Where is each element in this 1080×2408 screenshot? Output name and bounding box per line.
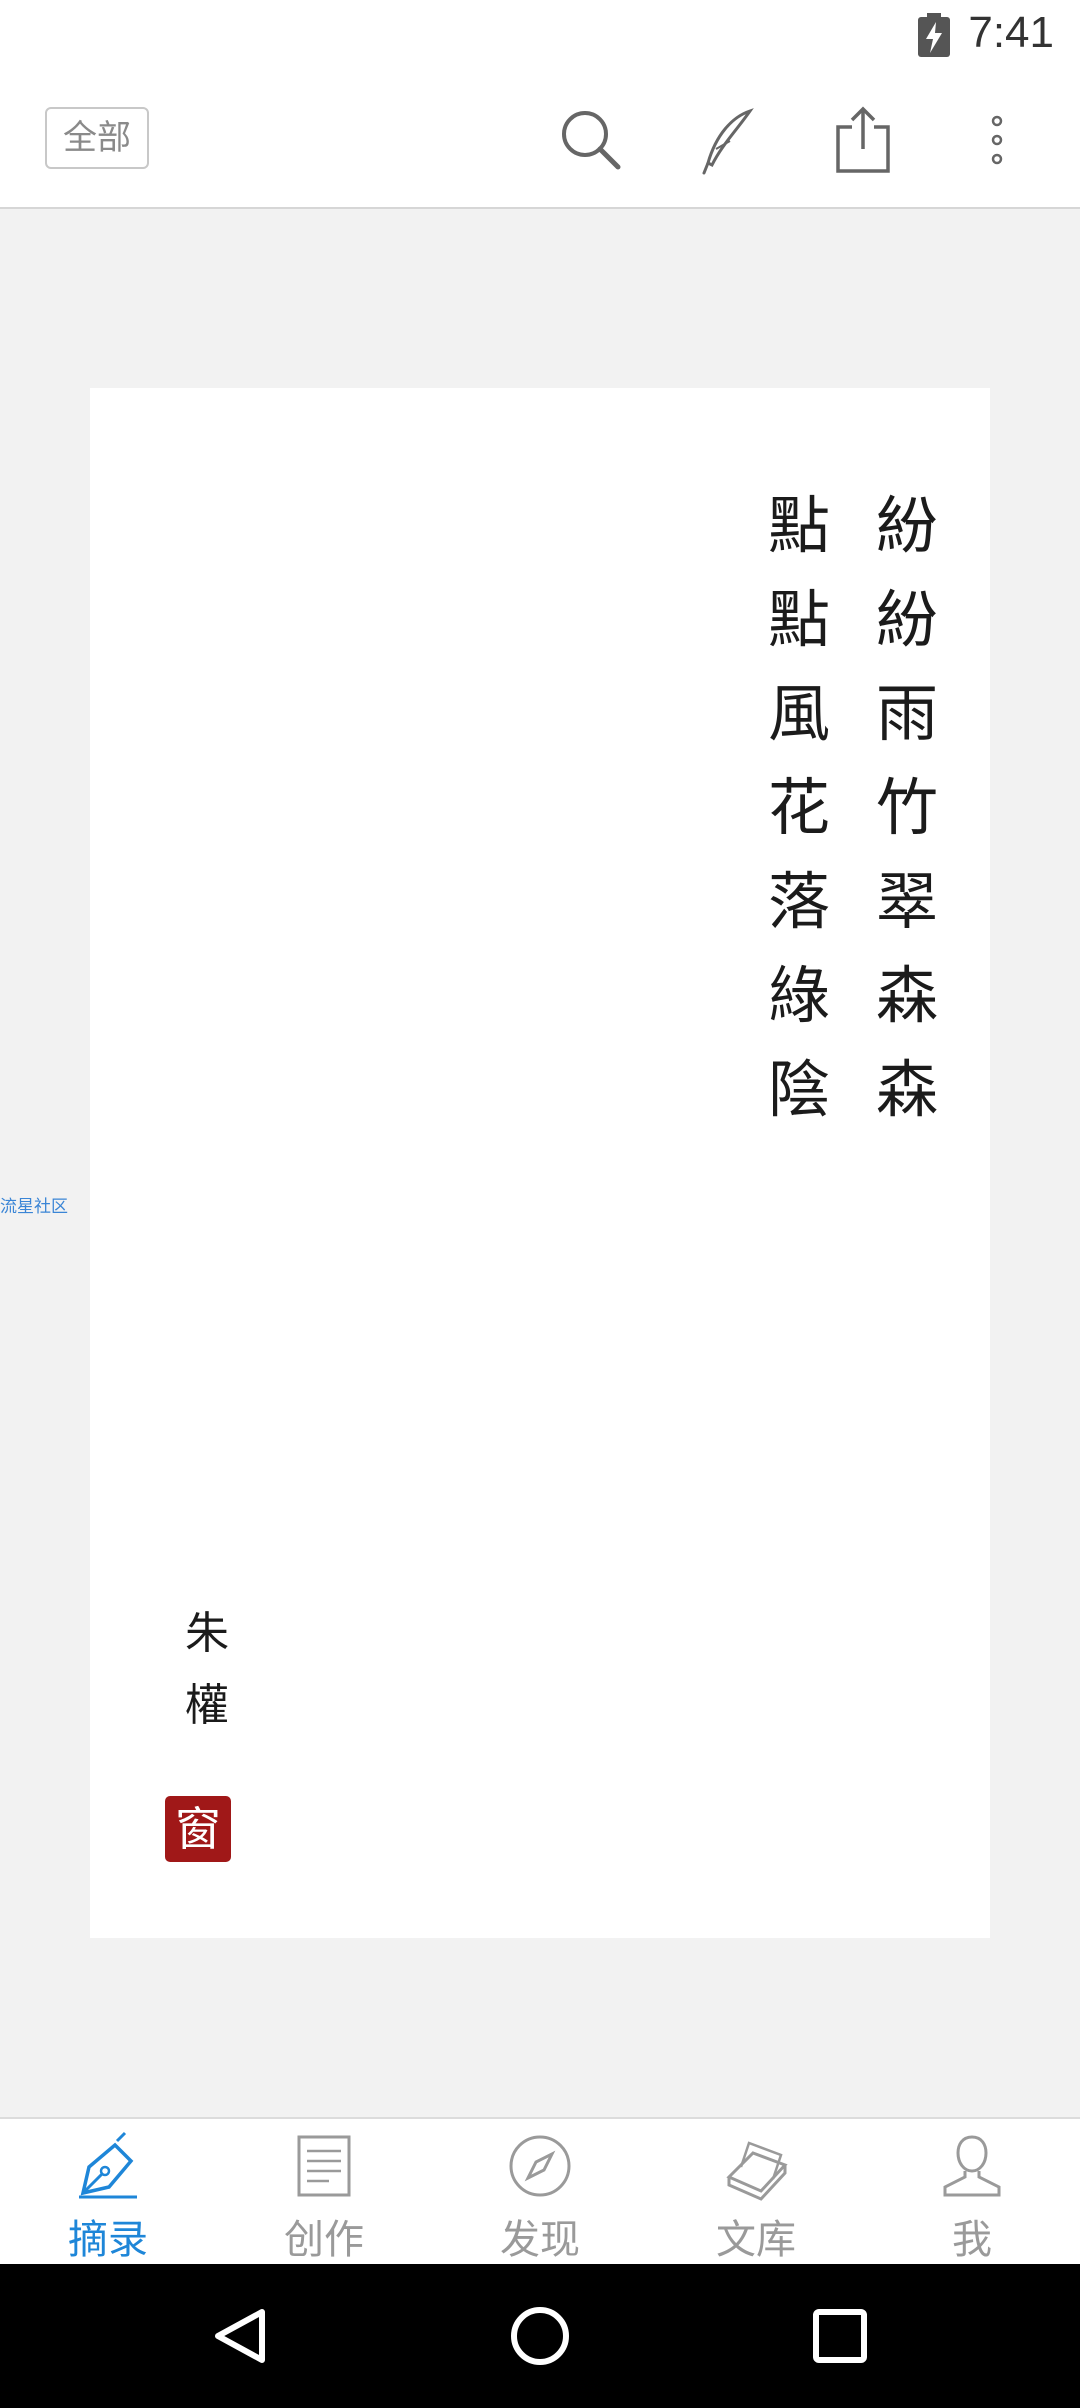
back-icon[interactable] <box>204 2300 276 2372</box>
nav-item-excerpts[interactable]: 摘录 <box>0 2119 216 2266</box>
poem-char: 風 <box>767 677 830 750</box>
poem-char: 紛 <box>875 583 938 656</box>
poem-char: 雨 <box>875 677 938 750</box>
community-watermark: 流星社区 <box>0 1197 68 1217</box>
search-icon[interactable] <box>556 105 626 175</box>
status-bar: 7:41 <box>0 0 1080 75</box>
poem-char: 陰 <box>767 1053 830 1126</box>
filter-all-button[interactable]: 全部 <box>45 107 149 169</box>
nav-label: 文库 <box>716 2217 796 2263</box>
author-char: 朱 <box>185 1608 229 1659</box>
poem-char: 花 <box>767 771 830 844</box>
battery-charging-icon <box>918 13 950 57</box>
nav-label: 发现 <box>500 2217 580 2263</box>
nav-label: 创作 <box>284 2217 364 2263</box>
quill-icon[interactable] <box>692 105 762 175</box>
seal-stamp: 窗 <box>165 1796 231 1862</box>
poem-char: 森 <box>875 959 938 1032</box>
poem-char: 翠 <box>875 865 938 938</box>
poem-char: 點 <box>767 583 830 656</box>
poem-char: 紛 <box>875 489 938 562</box>
clock: 7:41 <box>968 8 1054 57</box>
poem-char: 點 <box>767 489 830 562</box>
recents-icon[interactable] <box>804 2300 876 2372</box>
compass-icon <box>509 2135 571 2197</box>
author-name: 朱 權 <box>172 1598 242 1742</box>
nav-item-me[interactable]: 我 <box>864 2119 1080 2266</box>
fountain-pen-icon <box>79 2131 137 2199</box>
nav-label: 我 <box>952 2217 992 2263</box>
nav-item-library[interactable]: 文库 <box>648 2119 864 2266</box>
poem-char: 落 <box>767 865 830 938</box>
author-char: 權 <box>185 1680 229 1731</box>
person-icon <box>943 2135 1001 2197</box>
nav-label: 摘录 <box>68 2217 148 2263</box>
more-vert-icon[interactable] <box>962 105 1032 175</box>
poem-char: 綠 <box>767 959 830 1032</box>
poem-char: 森 <box>875 1053 938 1126</box>
system-nav-bar <box>0 2264 1080 2408</box>
home-icon[interactable] <box>504 2300 576 2372</box>
poem-char: 竹 <box>875 771 938 844</box>
bottom-nav: 摘录 创作 发现 文库 我 <box>0 2117 1080 2266</box>
poem-column-2: 點 點 風 花 落 綠 陰 <box>759 479 839 1137</box>
nav-item-discover[interactable]: 发现 <box>432 2119 648 2266</box>
document-icon <box>297 2135 351 2197</box>
poem-card[interactable]: 紛 紛 雨 竹 翠 森 森 點 點 風 花 落 綠 陰 朱 權 窗 <box>90 388 990 1938</box>
poem-column-1: 紛 紛 雨 竹 翠 森 森 <box>867 479 947 1137</box>
top-toolbar: 全部 <box>0 75 1080 209</box>
share-icon[interactable] <box>828 105 898 175</box>
books-icon <box>726 2141 788 2201</box>
nav-item-create[interactable]: 创作 <box>216 2119 432 2266</box>
